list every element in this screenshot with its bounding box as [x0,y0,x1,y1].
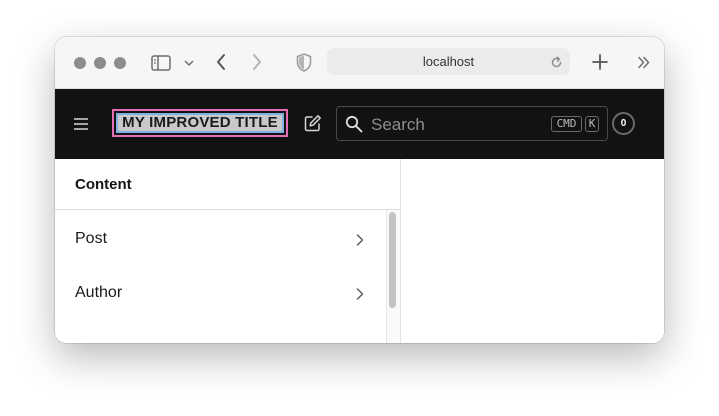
main-content: Content Post Author [55,159,664,343]
sidebar-icon[interactable] [151,54,171,72]
shortcut-mod-key: CMD [551,116,582,132]
menu-icon[interactable] [74,118,88,130]
chevron-right-icon [356,288,364,300]
browser-window: localhost MY IMPROVED TITLE Search CMD K… [55,37,664,343]
close-window-button[interactable] [74,57,86,69]
site-title-text: MY IMPROVED TITLE [116,113,284,133]
app-header: MY IMPROVED TITLE Search CMD K 0 [55,89,664,159]
list-item-author[interactable]: Author [55,267,386,321]
search-placeholder: Search [371,115,425,134]
notification-badge[interactable]: 0 [612,112,635,135]
shortcut-key: K [585,116,599,132]
back-icon[interactable] [215,53,227,71]
new-tab-icon[interactable] [592,54,608,70]
shield-icon[interactable] [296,53,312,72]
scrollbar-thumb[interactable] [389,212,396,308]
search-box[interactable]: Search CMD K [336,106,608,141]
address-bar[interactable]: localhost [327,48,570,75]
reload-icon[interactable] [550,56,563,69]
panel-header: Content [55,159,401,210]
list-item-post[interactable]: Post [55,213,386,267]
content-panel: Content Post Author [55,159,401,343]
search-icon [345,115,363,133]
site-title[interactable]: MY IMPROVED TITLE [112,109,288,137]
panel-title: Content [75,176,132,193]
chevron-right-icon [356,234,364,246]
list-item-label: Author [75,284,123,301]
url-text: localhost [422,54,475,69]
zoom-window-button[interactable] [114,57,126,69]
more-icon[interactable] [637,56,651,69]
list-item-label: Post [75,230,108,247]
browser-toolbar: localhost [55,37,664,89]
forward-icon[interactable] [251,53,263,71]
edit-icon[interactable] [304,114,322,132]
chevron-down-icon[interactable] [184,59,194,67]
minimize-window-button[interactable] [94,57,106,69]
